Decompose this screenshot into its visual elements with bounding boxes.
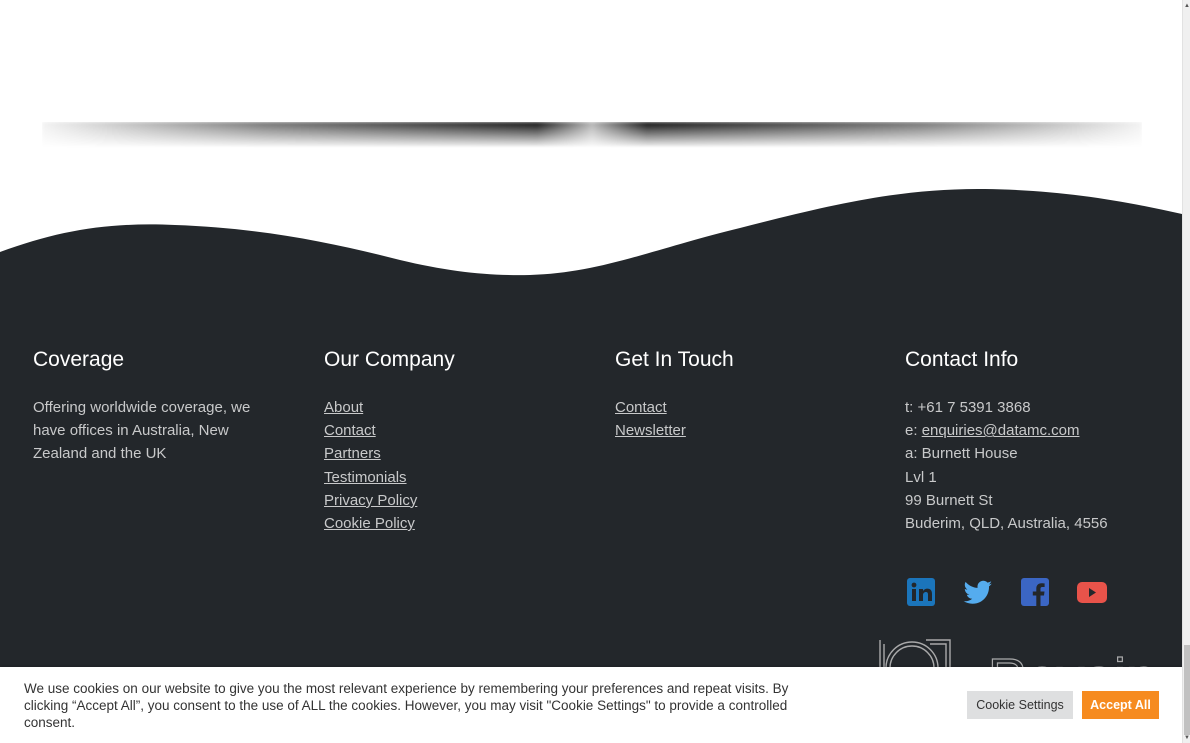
footer-column-contact-info: Contact Info t: +61 7 5391 3868 e: enqui… <box>905 346 1165 535</box>
linkedin-icon <box>907 578 935 606</box>
shadow-divider <box>42 122 1142 148</box>
scroll-up-arrow-icon[interactable]: ▲ <box>1184 2 1190 10</box>
social-links <box>905 576 1133 608</box>
footer-link-newsletter[interactable]: Newsletter <box>615 419 855 442</box>
cookie-consent-banner: We use cookies on our website to give yo… <box>0 667 1182 743</box>
cookie-consent-text: We use cookies on our website to give yo… <box>24 681 789 730</box>
footer-link-privacy-policy[interactable]: Privacy Policy <box>324 489 564 512</box>
accept-all-button[interactable]: Accept All <box>1082 691 1159 719</box>
get-in-touch-heading: Get In Touch <box>615 348 734 371</box>
footer-link-about[interactable]: About <box>324 396 564 419</box>
contact-email-prefix: e: <box>905 422 922 440</box>
contact-email-link[interactable]: enquiries@datamc.com <box>922 422 1080 439</box>
footer-link-cookie-policy[interactable]: Cookie Policy <box>324 512 564 535</box>
scrollbar-thumb[interactable] <box>1184 645 1190 735</box>
page-scrollbar[interactable]: ▲ ▼ <box>1182 0 1190 743</box>
contact-address-line: a: Burnett House <box>905 445 1018 463</box>
footer-link-testimonials[interactable]: Testimonials <box>324 466 564 489</box>
twitter-link[interactable] <box>962 576 994 608</box>
youtube-link[interactable] <box>1076 576 1108 608</box>
scroll-down-arrow-icon[interactable]: ▼ <box>1184 734 1190 742</box>
contact-address-line: Lvl 1 <box>905 468 937 486</box>
footer-column-get-in-touch: Get In Touch Contact Newsletter <box>615 346 855 442</box>
footer-wave <box>0 188 1182 300</box>
coverage-text: Offering worldwide coverage, we have off… <box>33 399 251 463</box>
contact-phone: t: +61 7 5391 3868 <box>905 399 1031 416</box>
contact-address-line: Buderim, QLD, Australia, 4556 <box>905 515 1108 533</box>
contact-info-heading: Contact Info <box>905 348 1019 371</box>
company-heading: Our Company <box>324 348 455 371</box>
footer-link-partners[interactable]: Partners <box>324 442 564 465</box>
footer-link-contact[interactable]: Contact <box>324 419 564 442</box>
contact-address-line: 99 Burnett St <box>905 491 993 509</box>
twitter-icon <box>963 580 992 604</box>
page: Coverage Offering worldwide coverage, we… <box>0 0 1182 743</box>
footer-column-company: Our Company About Contact Partners Testi… <box>324 346 564 535</box>
footer-link-contact-us[interactable]: Contact <box>615 396 855 419</box>
facebook-link[interactable] <box>1019 576 1051 608</box>
cookie-settings-button[interactable]: Cookie Settings <box>967 691 1073 719</box>
contact-email-row: e: enquiries@datamc.com <box>905 419 1165 442</box>
linkedin-link[interactable] <box>905 576 937 608</box>
coverage-heading: Coverage <box>33 348 125 371</box>
youtube-icon <box>1077 582 1107 603</box>
footer-column-coverage: Coverage Offering worldwide coverage, we… <box>33 346 263 466</box>
facebook-icon <box>1021 578 1049 606</box>
